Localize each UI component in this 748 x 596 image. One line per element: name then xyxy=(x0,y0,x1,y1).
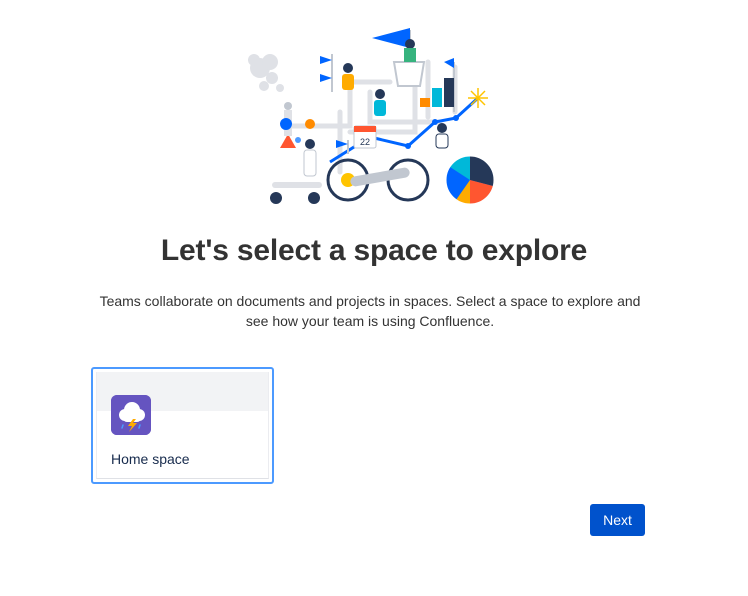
space-card-home[interactable]: Home space xyxy=(91,367,274,484)
calendar-day-number: 22 xyxy=(360,137,370,147)
next-button[interactable]: Next xyxy=(590,504,645,536)
page-subtitle: Teams collaborate on documents and proje… xyxy=(99,293,641,329)
storm-cloud-icon xyxy=(111,395,151,435)
team-exploration-illustration: 22 xyxy=(248,28,495,205)
space-card-label: Home space xyxy=(111,451,190,467)
page-title: Let's select a space to explore xyxy=(160,234,588,267)
